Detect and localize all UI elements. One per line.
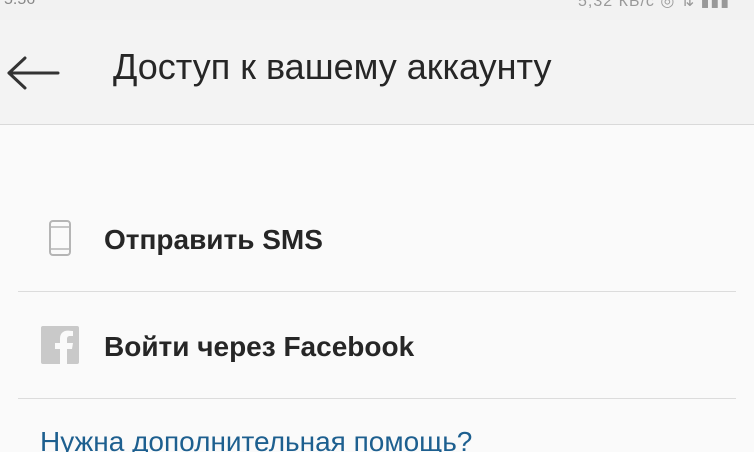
send-sms-option[interactable]: Отправить SMS [18,185,736,292]
send-sms-label: Отправить SMS [104,224,323,255]
status-time: 5:56 [4,0,35,9]
back-button[interactable] [4,50,62,96]
page-title: Доступ к вашему аккаунту [113,46,552,87]
status-indicators: 5,32 КБ/с ◎ ⇅ ▮▮▮ [578,0,730,10]
more-help-link[interactable]: Нужна дополнительная помощь? [40,426,472,452]
options-list: Отправить SMS Войти через Facebook [0,185,754,399]
app-bar: Доступ к вашему аккаунту [0,20,754,125]
arrow-left-icon [7,56,60,90]
facebook-login-label: Войти через Facebook [104,331,415,362]
screen: 5:56 5,32 КБ/с ◎ ⇅ ▮▮▮ Доступ к вашему а… [0,0,754,452]
phone-icon [40,219,80,259]
status-bar: 5:56 5,32 КБ/с ◎ ⇅ ▮▮▮ [0,0,754,20]
facebook-login-option[interactable]: Войти через Facebook [18,292,736,399]
facebook-icon [40,325,80,365]
